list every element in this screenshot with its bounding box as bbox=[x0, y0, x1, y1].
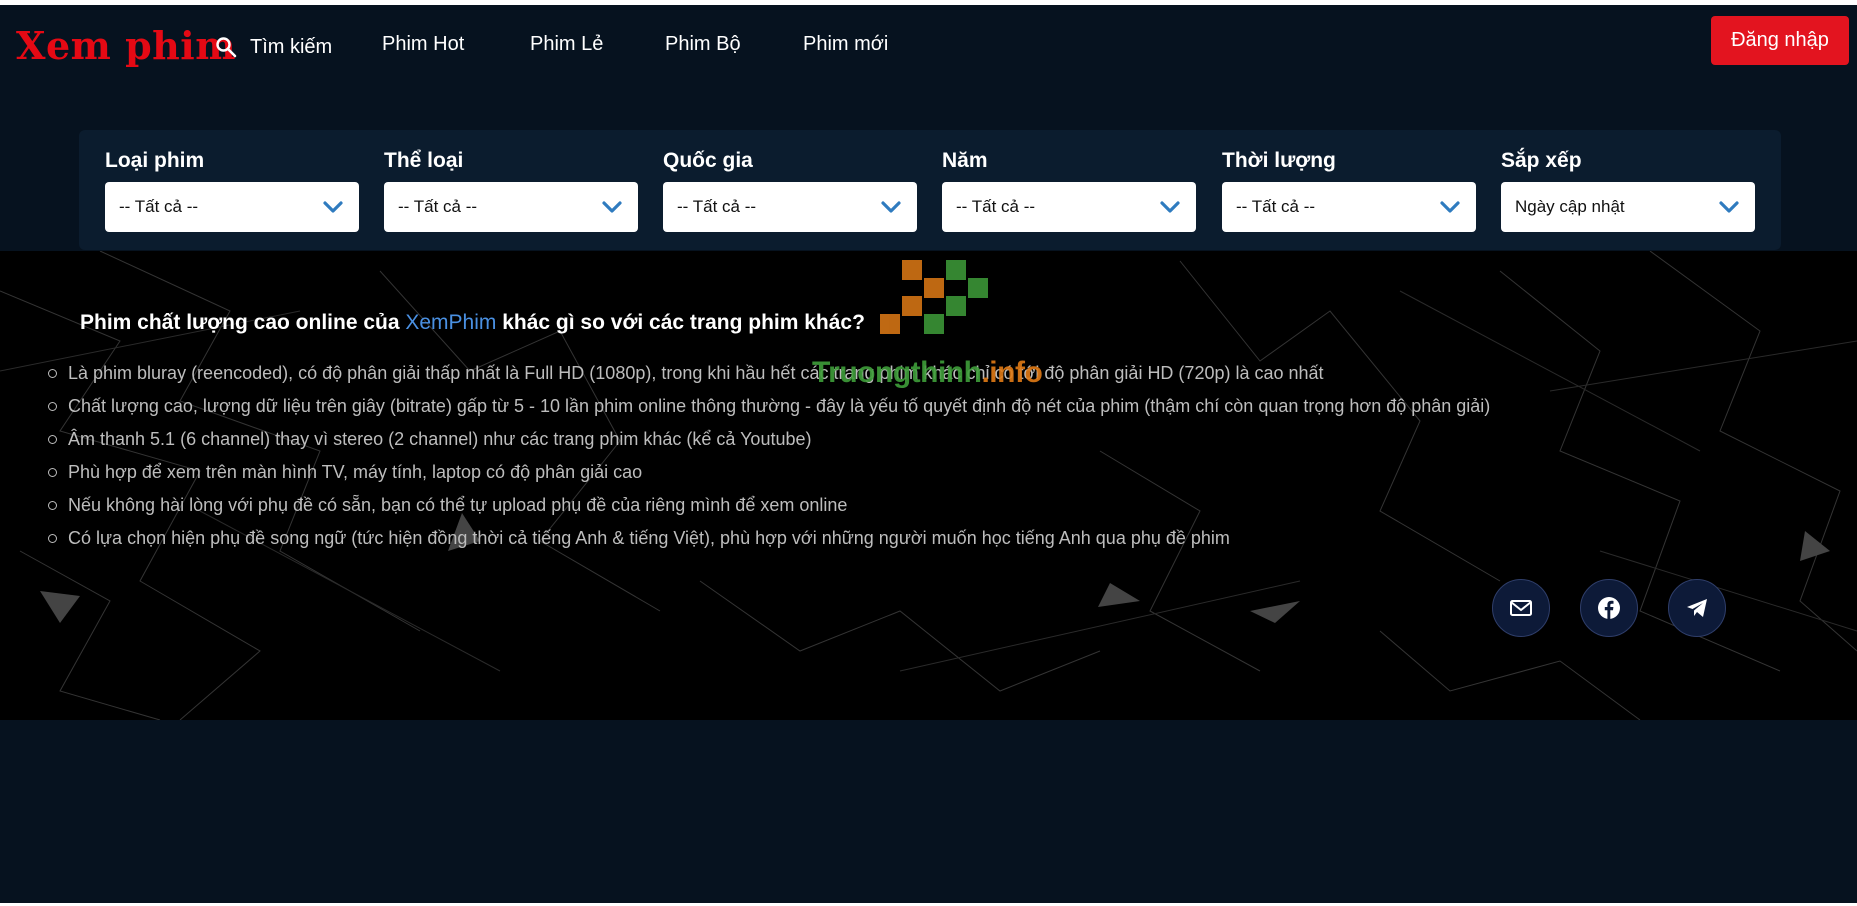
filter-label: Loại phim bbox=[105, 149, 205, 172]
list-item: Có lựa chọn hiện phụ đề song ngữ (tức hi… bbox=[48, 522, 1490, 555]
filter-nam: Năm -- Tất cả -- bbox=[942, 148, 1196, 232]
filter-label: Thời lượng bbox=[1222, 149, 1336, 172]
filter-sap-xep: Sắp xếp Ngày cập nhật bbox=[1501, 148, 1755, 232]
telegram-icon bbox=[1687, 599, 1707, 617]
list-item: Âm thanh 5.1 (6 channel) thay vì stereo … bbox=[48, 423, 1490, 456]
search-icon bbox=[216, 37, 237, 58]
filter-panel: Loại phim -- Tất cả -- Thể loại -- Tất c… bbox=[79, 130, 1781, 250]
filter-thoi-luong: Thời lượng -- Tất cả -- bbox=[1222, 148, 1476, 232]
filter-loai-phim: Loại phim -- Tất cả -- bbox=[105, 148, 359, 232]
filter-the-loai: Thể loại -- Tất cả -- bbox=[384, 148, 638, 232]
filter-value: -- Tất cả -- bbox=[677, 197, 757, 216]
filter-value: -- Tất cả -- bbox=[956, 197, 1036, 216]
filter-label: Năm bbox=[942, 149, 988, 172]
list-item: Nếu không hài lòng với phụ đề có sẵn, bạ… bbox=[48, 489, 1490, 522]
filter-value: -- Tất cả -- bbox=[1236, 197, 1316, 216]
chevron-down-icon bbox=[1160, 201, 1180, 213]
filter-select-loai-phim[interactable]: -- Tất cả -- bbox=[105, 182, 359, 232]
filter-value: -- Tất cả -- bbox=[398, 197, 478, 216]
facebook-icon bbox=[1598, 597, 1620, 619]
filter-label: Thể loại bbox=[384, 149, 464, 172]
login-button[interactable]: Đăng nhập bbox=[1711, 16, 1849, 65]
headline-prefix: Phim chất lượng cao online của bbox=[80, 311, 406, 334]
filter-select-thoi-luong[interactable]: -- Tất cả -- bbox=[1222, 182, 1476, 232]
facebook-button[interactable] bbox=[1580, 579, 1638, 637]
list-item: Phù hợp để xem trên màn hình TV, máy tín… bbox=[48, 456, 1490, 489]
filter-value: -- Tất cả -- bbox=[119, 197, 199, 216]
filter-value: Ngày cập nhật bbox=[1515, 197, 1625, 216]
search-nav-label: Tìm kiếm bbox=[250, 35, 333, 58]
list-item: Là phim bluray (reencoded), có độ phân g… bbox=[48, 357, 1490, 390]
chevron-down-icon bbox=[1719, 201, 1739, 213]
nav-phim-hot[interactable]: Phim Hot bbox=[382, 33, 464, 56]
filter-select-quoc-gia[interactable]: -- Tất cả -- bbox=[663, 182, 917, 232]
filter-select-nam[interactable]: -- Tất cả -- bbox=[942, 182, 1196, 232]
nav-phim-le[interactable]: Phim Lẻ bbox=[530, 33, 603, 56]
watermark-name: Truongthinh bbox=[812, 356, 982, 389]
feature-list: Là phim bluray (reencoded), có độ phân g… bbox=[48, 357, 1490, 555]
chevron-down-icon bbox=[602, 201, 622, 213]
section-headline: Phim chất lượng cao online của XemPhim k… bbox=[80, 311, 865, 335]
chevron-down-icon bbox=[881, 201, 901, 213]
headline-brand-link[interactable]: XemPhim bbox=[405, 311, 496, 334]
telegram-button[interactable] bbox=[1668, 579, 1726, 637]
watermark-suffix: .info bbox=[981, 356, 1043, 389]
list-item: Chất lượng cao, lượng dữ liệu trên giây … bbox=[48, 390, 1490, 423]
chevron-down-icon bbox=[1440, 201, 1460, 213]
nav-phim-bo[interactable]: Phim Bộ bbox=[665, 33, 741, 56]
filter-quoc-gia: Quốc gia -- Tất cả -- bbox=[663, 148, 917, 232]
nav-phim-moi[interactable]: Phim mới bbox=[803, 33, 888, 56]
site-logo[interactable]: Xem phim bbox=[16, 23, 236, 68]
search-nav-item[interactable]: Tìm kiếm bbox=[214, 29, 332, 65]
site-header: Xem phim Tìm kiếm Phim Hot Phim Lẻ Phim … bbox=[0, 5, 1857, 81]
filter-select-the-loai[interactable]: -- Tất cả -- bbox=[384, 182, 638, 232]
filter-select-sap-xep[interactable]: Ngày cập nhật bbox=[1501, 182, 1755, 232]
mail-icon bbox=[1510, 600, 1532, 616]
mail-button[interactable] bbox=[1492, 579, 1550, 637]
chevron-down-icon bbox=[323, 201, 343, 213]
filter-label: Sắp xếp bbox=[1501, 149, 1582, 172]
filter-label: Quốc gia bbox=[663, 149, 753, 172]
watermark-text: Truongthinh.info bbox=[812, 356, 1043, 390]
